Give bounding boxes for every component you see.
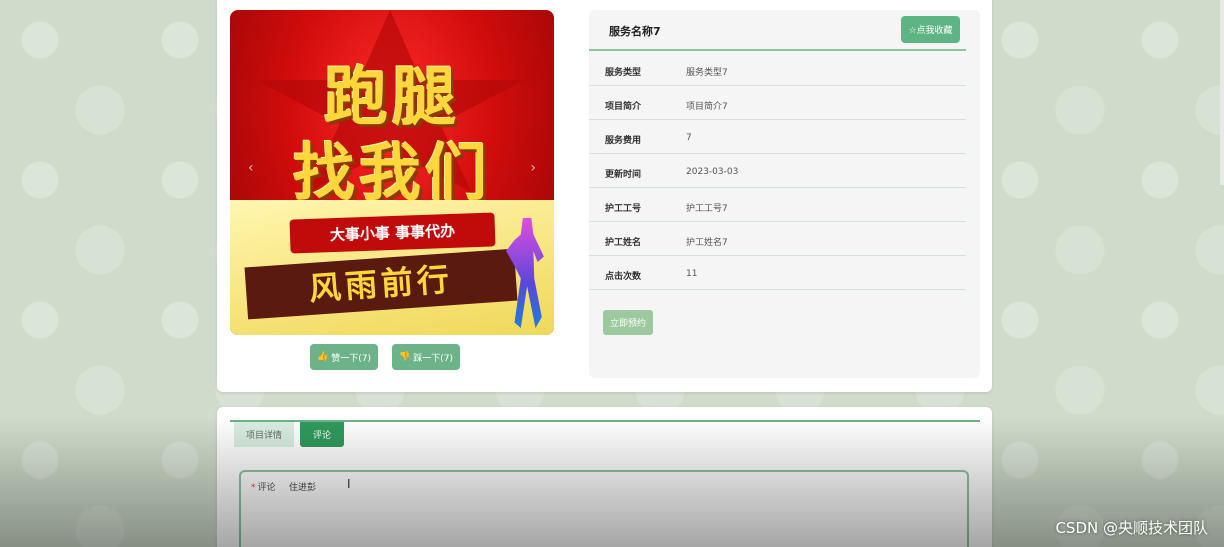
service-banner-carousel[interactable]: 跑腿 找我们 大事小事 事事代办 风雨前行 ‹ › — [230, 10, 554, 335]
info-value: 7 — [686, 133, 692, 143]
info-row-update-time: 更新时间 2023-03-03 — [589, 154, 966, 188]
banner-ribbon: 大事小事 事事代办 — [289, 212, 496, 254]
info-row-caregiver-id: 护工工号 护工工号7 — [589, 188, 966, 222]
service-title: 服务名称7 — [609, 25, 661, 38]
comment-input[interactable] — [289, 478, 889, 494]
carousel-next-icon[interactable]: › — [530, 160, 536, 176]
watermark: CSDN @央顺技术团队 — [1055, 519, 1208, 537]
info-label: 服务类型 — [605, 68, 642, 78]
thumbs-up-label: 赞一下(7) — [331, 353, 371, 364]
thumbs-down-label: 踩一下(7) — [413, 353, 453, 364]
thumbs-up-button[interactable]: 👍 赞一下(7) — [310, 344, 378, 370]
comment-label-text: 评论 — [257, 483, 276, 493]
info-label: 护工姓名 — [605, 238, 642, 248]
page-scrollbar[interactable] — [1220, 0, 1224, 185]
tab-comments[interactable]: 评论 — [300, 422, 344, 447]
info-row-service-fee: 服务费用 7 — [589, 120, 966, 154]
info-label: 点击次数 — [605, 272, 642, 282]
info-label: 更新时间 — [605, 170, 642, 180]
info-row-project-intro: 项目简介 项目简介7 — [589, 86, 966, 120]
info-value: 服务类型7 — [686, 68, 728, 78]
detail-tabs-card: 项目详情 评论 *评论 I — [217, 407, 992, 547]
banner-headline-line2: 找我们 — [292, 136, 491, 209]
info-value: 11 — [686, 269, 698, 279]
tab-project-details[interactable]: 项目详情 — [234, 422, 294, 447]
thumbs-down-icon: 👎 — [399, 352, 411, 362]
text-cursor-icon: I — [347, 477, 351, 491]
info-row-click-count: 点击次数 11 — [589, 256, 966, 290]
info-row-caregiver-name: 护工姓名 护工姓名7 — [589, 222, 966, 256]
thumbs-down-button[interactable]: 👎 踩一下(7) — [392, 344, 460, 370]
carousel-prev-icon[interactable]: ‹ — [248, 160, 254, 176]
required-mark: * — [251, 483, 256, 493]
info-value: 护工工号7 — [686, 204, 728, 214]
service-detail-card: 跑腿 找我们 大事小事 事事代办 风雨前行 ‹ › 👍 赞一下(7) 👎 踩一下… — [217, 0, 992, 392]
info-value: 护工姓名7 — [686, 238, 728, 248]
book-now-button[interactable]: 立即预约 — [603, 310, 653, 335]
info-label: 服务费用 — [605, 136, 642, 146]
info-value: 项目简介7 — [686, 102, 728, 112]
info-row-service-type: 服务类型 服务类型7 — [589, 52, 966, 86]
thumbs-up-icon: 👍 — [317, 352, 329, 362]
comment-field-label: * 评论 — [251, 480, 276, 493]
info-label: 护工工号 — [605, 204, 642, 214]
service-info-panel: 服务名称7 ☆点我收藏 服务类型 服务类型7 项目简介 项目简介7 服务费用 7… — [589, 10, 980, 378]
info-label: 项目简介 — [605, 102, 642, 112]
favorite-button[interactable]: ☆点我收藏 — [901, 16, 960, 43]
service-info-header: 服务名称7 ☆点我收藏 — [589, 10, 966, 51]
info-value: 2023-03-03 — [686, 167, 739, 177]
comment-form: *评论 I — [239, 470, 969, 547]
